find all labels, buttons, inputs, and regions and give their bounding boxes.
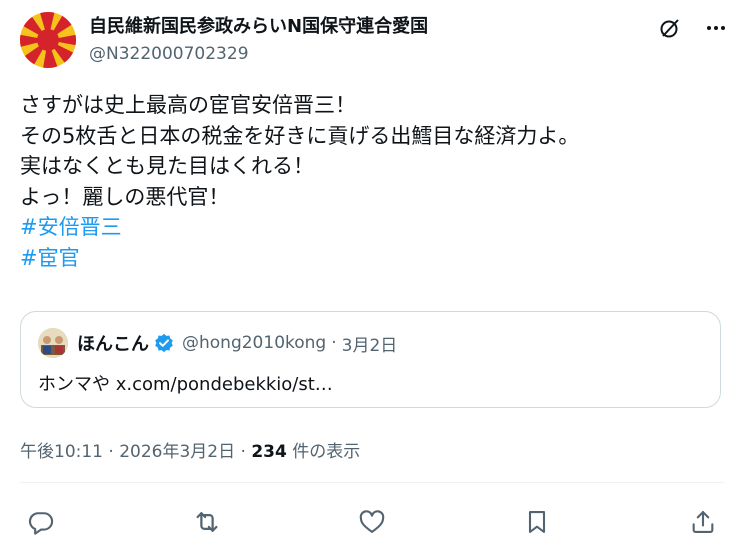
share-icon[interactable] <box>686 505 720 539</box>
more-icon[interactable] <box>704 16 728 40</box>
separator-dot: · <box>108 442 114 462</box>
hashtag-link[interactable]: #安倍晋三 <box>20 212 579 243</box>
author-handle[interactable]: @N322000702329 <box>89 42 428 66</box>
rising-sun-flag-avatar <box>20 12 76 68</box>
tweet-line: 実はなくとも見た目はくれる！ <box>20 154 314 178</box>
separator-dot: · <box>331 333 337 353</box>
verified-badge-icon <box>154 333 174 353</box>
quoted-date: 3月2日 <box>341 335 398 356</box>
retweet-icon[interactable] <box>190 505 224 539</box>
quoted-tweet-card[interactable]: ほんこん @hong2010kong · 3月2日 ホンマや x.com/pon… <box>20 311 721 408</box>
separator-dot: · <box>240 442 246 462</box>
like-icon[interactable] <box>355 505 389 539</box>
reply-icon[interactable] <box>24 505 58 539</box>
tweet-line: さすがは史上最高の宦官安倍晋三！ <box>20 93 356 117</box>
tweet-text: さすがは史上最高の宦官安倍晋三！ その5枚舌と日本の税金を好きに貢げる出鱈目な経… <box>20 90 579 273</box>
divider <box>20 482 724 483</box>
tweet-line: その5枚舌と日本の税金を好きに貢げる出鱈目な経済力よ。 <box>20 123 580 148</box>
author-avatar[interactable] <box>20 12 76 68</box>
tweet-line: よっ！麗しの悪代官！ <box>20 184 230 209</box>
tweet-meta: 午後10:11 · 2026年3月2日 · 234 件の表示 <box>20 437 360 462</box>
tweet-date[interactable]: 2026年3月2日 <box>119 442 235 462</box>
bookmark-icon[interactable] <box>520 505 554 539</box>
tweet-time[interactable]: 午後10:11 <box>20 442 103 462</box>
author-display-name[interactable]: 自民維新国民参政みらいN国保守連合愛国 <box>89 14 428 40</box>
quoted-handle: @hong2010kong <box>182 333 327 353</box>
views-count: 234 <box>251 442 287 462</box>
grok-icon[interactable] <box>658 16 682 40</box>
action-bar <box>24 505 720 539</box>
views-label: 件の表示 <box>292 442 361 462</box>
quoted-text: ホンマや x.com/pondebekkio/st… <box>38 374 333 395</box>
quoted-display-name: ほんこん <box>77 334 149 355</box>
quoted-author-avatar <box>38 328 68 358</box>
tweet-header: 自民維新国民参政みらいN国保守連合愛国 @N322000702329 <box>20 12 728 72</box>
hashtag-link[interactable]: #宦官 <box>20 243 579 274</box>
